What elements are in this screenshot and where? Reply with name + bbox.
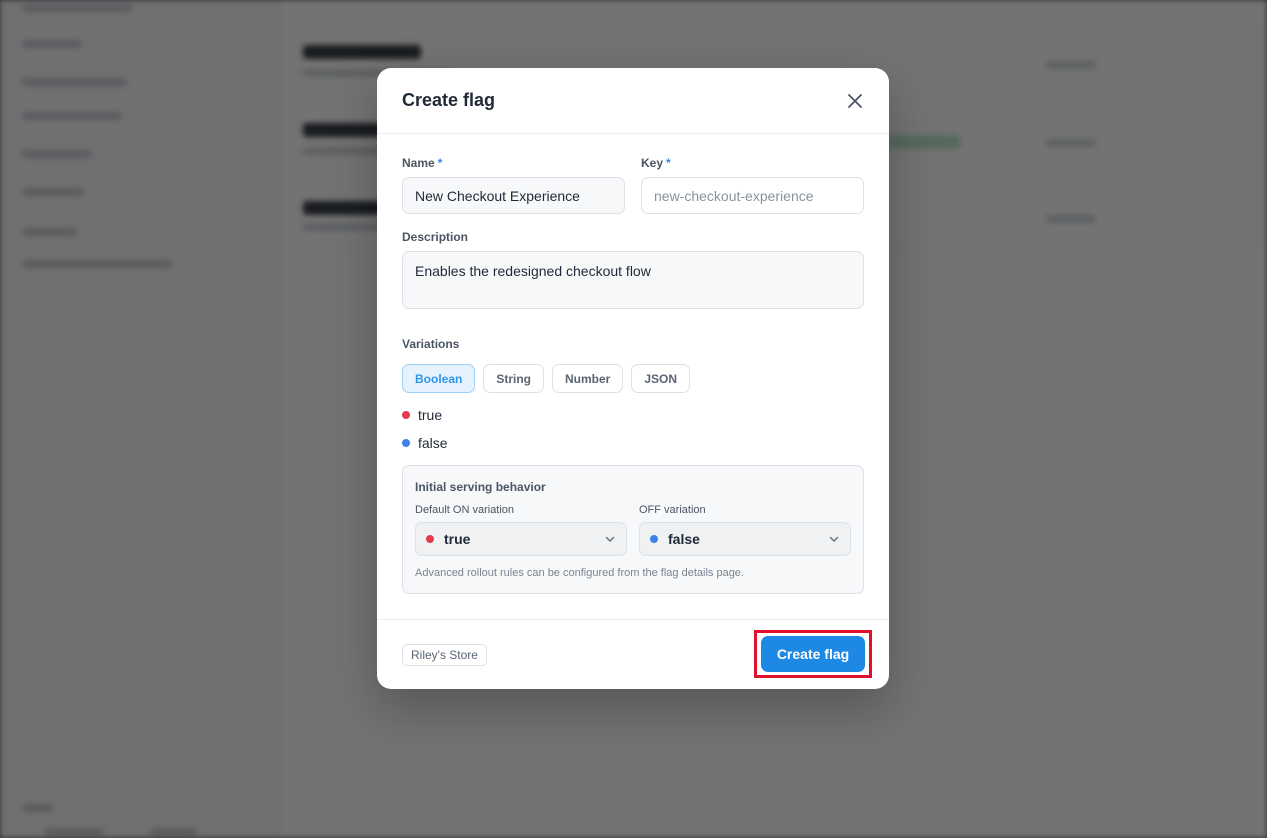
false-dot-icon <box>650 535 658 543</box>
variation-item-true: true <box>402 401 864 429</box>
off-variation-select[interactable]: false <box>639 522 851 556</box>
default-on-select[interactable]: true <box>415 522 627 556</box>
description-label: Description <box>402 230 469 244</box>
dialog-body: Name * New Checkout Experience Key * new-c… <box>377 134 889 594</box>
false-dot-icon <box>402 439 410 447</box>
key-field-group: Key * new-checkout-experience <box>641 156 864 214</box>
chevron-down-icon <box>829 536 839 542</box>
key-input[interactable]: new-checkout-experience <box>641 177 864 214</box>
default-on-value: true <box>444 531 471 547</box>
name-field-group: Name * New Checkout Experience <box>402 156 625 214</box>
variation-item-false: false <box>402 429 864 457</box>
true-dot-icon <box>402 411 410 419</box>
close-icon <box>848 93 862 108</box>
dialog-header: Create flag <box>377 68 889 134</box>
default-on-label: Default ON variation <box>415 504 515 516</box>
store-badge: Riley's Store <box>402 643 487 666</box>
serving-behavior-panel: Initial serving behavior Default ON vari… <box>402 465 864 594</box>
variation-list: true false <box>402 401 864 457</box>
description-textarea[interactable]: Enables the redesigned checkout flow <box>402 251 864 309</box>
tab-json[interactable]: JSON <box>631 364 691 393</box>
create-flag-button[interactable]: Create flag <box>760 636 866 672</box>
tab-string[interactable]: String <box>483 364 545 393</box>
rollout-hint: Advanced rollout rules can be configured… <box>415 567 744 579</box>
create-button-highlight: Create flag <box>754 630 872 678</box>
variation-type-tabs: Boolean String Number JSON <box>402 364 864 393</box>
key-label: Key * <box>641 156 671 170</box>
variation-label: true <box>418 407 443 423</box>
serving-title: Initial serving behavior <box>415 480 546 494</box>
close-button[interactable] <box>841 87 869 115</box>
true-dot-icon <box>426 535 434 543</box>
name-input[interactable]: New Checkout Experience <box>402 177 625 214</box>
off-variation-value: false <box>668 531 700 547</box>
variation-label: false <box>418 435 448 451</box>
name-label: Name * <box>402 156 443 170</box>
off-variation-label: OFF variation <box>639 504 706 516</box>
dialog-title: Create flag <box>402 90 496 110</box>
variations-label: Variations <box>402 337 460 351</box>
create-flag-dialog: Create flag Name * New Checkout Experienc… <box>377 68 889 689</box>
tab-boolean[interactable]: Boolean <box>402 364 476 393</box>
tab-number[interactable]: Number <box>552 364 624 393</box>
chevron-down-icon <box>605 536 615 542</box>
